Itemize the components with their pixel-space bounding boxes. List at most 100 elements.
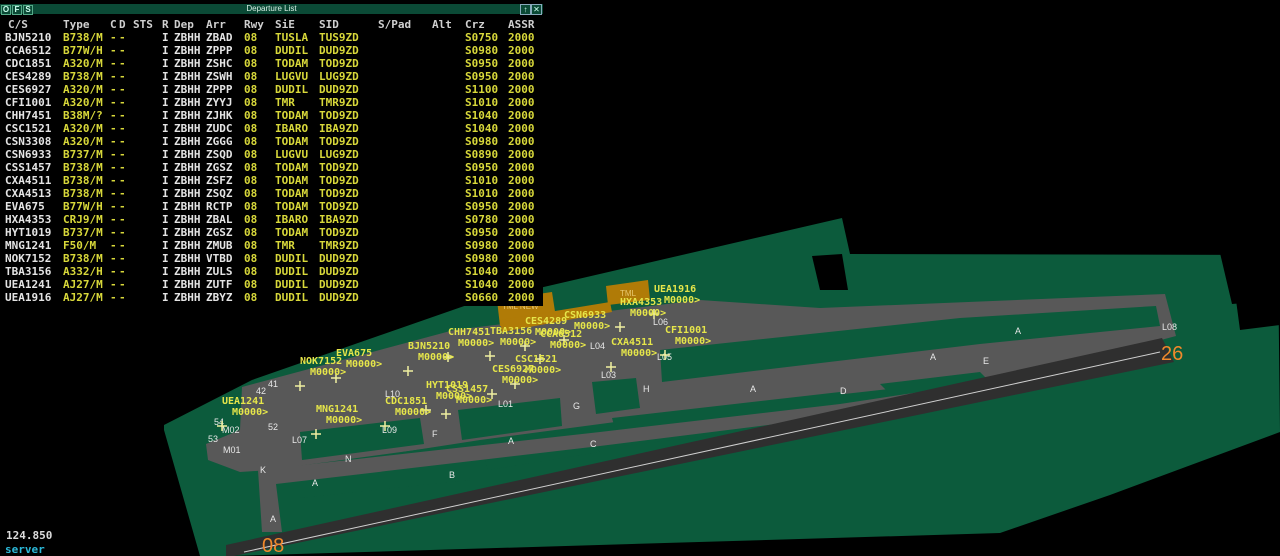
- cell-rwy: 08: [244, 70, 258, 83]
- column-header-sid[interactable]: SID: [319, 18, 339, 31]
- column-header-alt[interactable]: Alt: [432, 18, 452, 31]
- cell-sie: DUDIL: [275, 278, 309, 291]
- cell-rwy: 08: [244, 109, 258, 122]
- column-header-c[interactable]: C: [110, 18, 117, 31]
- cell-arr: ZSFZ: [206, 174, 233, 187]
- column-header-sie[interactable]: SiE: [275, 18, 295, 31]
- cell-dep: ZBHH: [174, 161, 201, 174]
- cell-r: I: [162, 57, 169, 70]
- cell-rwy: 08: [244, 135, 258, 148]
- departure-row[interactable]: CES6927 A320/M - - I ZBHH ZPPP 08 DUDIL DUD9ZD S11…: [0, 83, 543, 96]
- cell-crz: S0950: [465, 161, 499, 174]
- departure-row[interactable]: CHH7451 B38M/? - - I ZBHH ZJHK 08 TODAM TOD9ZD S10…: [0, 109, 543, 122]
- cell-d: -: [119, 213, 126, 226]
- cell-d: -: [119, 31, 126, 44]
- departure-row[interactable]: NOK7152 B738/M - - I ZBHH VTBD 08 DUDIL DUD9ZD S09…: [0, 252, 543, 265]
- departure-row[interactable]: CXA4511 B738/M - - I ZBHH ZSFZ 08 TODAM TOD9ZD S10…: [0, 174, 543, 187]
- column-header-dep[interactable]: Dep: [174, 18, 194, 31]
- departure-row[interactable]: CDC1851 A320/M - - I ZBHH ZSHC 08 TODAM TOD9ZD S09…: [0, 57, 543, 70]
- cell-dep: ZBHH: [174, 252, 201, 265]
- departure-row[interactable]: EVA675 B77W/H - - I ZBHH RCTP 08 TODAM TOD9ZD S095…: [0, 200, 543, 213]
- cell-sie: TODAM: [275, 161, 309, 174]
- departure-row[interactable]: CSN6933 B737/M - - I ZBHH ZSQD 08 LUGVU LUG9ZD S08…: [0, 148, 543, 161]
- cell-arr: ZSQZ: [206, 187, 233, 200]
- cell-sie: TODAM: [275, 174, 309, 187]
- departure-row[interactable]: CXA4513 B738/M - - I ZBHH ZSQZ 08 TODAM TOD9ZD S10…: [0, 187, 543, 200]
- cell-dep: ZBHH: [174, 213, 201, 226]
- cell-c: -: [110, 278, 117, 291]
- cell-rwy: 08: [244, 44, 258, 57]
- cell-sie: TODAM: [275, 109, 309, 122]
- departure-row[interactable]: UEA1916 AJ27/M - - I ZBHH ZBYZ 08 DUDIL DUD9ZD S06…: [0, 291, 543, 304]
- departure-row[interactable]: TBA3156 A332/H - - I ZBHH ZULS 08 DUDIL DUD9ZD S10…: [0, 265, 543, 278]
- cell-sie: TMR: [275, 239, 295, 252]
- column-header-spad[interactable]: S/Pad: [378, 18, 411, 31]
- departure-row[interactable]: CFI1001 A320/M - - I ZBHH ZYYJ 08 TMR TMR9ZD S1010…: [0, 96, 543, 109]
- cell-d: -: [119, 57, 126, 70]
- cell-type: B738/M: [63, 252, 103, 265]
- cell-c: -: [110, 31, 117, 44]
- cell-type: B737/M: [63, 226, 103, 239]
- cell-assr: 2000: [508, 57, 535, 70]
- cell-type: A320/M: [63, 96, 103, 109]
- departure-row[interactable]: CCA6512 B77W/H - - I ZBHH ZPPP 08 DUDIL DUD9ZD S09…: [0, 44, 543, 57]
- cell-rwy: 08: [244, 200, 258, 213]
- cell-cs: MNG1241: [5, 239, 52, 252]
- column-header-cs[interactable]: C/S: [8, 18, 28, 31]
- departure-row[interactable]: MNG1241 F50/M - - I ZBHH ZMUB 08 TMR TMR9ZD S0980 2…: [0, 239, 543, 252]
- cell-c: -: [110, 252, 117, 265]
- cell-c: -: [110, 239, 117, 252]
- column-header-rwy[interactable]: Rwy: [244, 18, 264, 31]
- cell-type: A320/M: [63, 135, 103, 148]
- column-header-d[interactable]: D: [119, 18, 126, 31]
- cell-assr: 2000: [508, 187, 535, 200]
- column-header-arr[interactable]: Arr: [206, 18, 226, 31]
- cell-assr: 2000: [508, 239, 535, 252]
- grass-cutout: [1236, 300, 1280, 330]
- cell-assr: 2000: [508, 174, 535, 187]
- column-header-type[interactable]: Type: [63, 18, 90, 31]
- aircraft-callsign: HXA4353: [620, 297, 662, 308]
- taxiway-label: 42: [256, 386, 266, 396]
- cell-d: -: [119, 239, 126, 252]
- cell-r: I: [162, 265, 169, 278]
- aircraft-altitude: M0000>: [621, 348, 657, 359]
- cell-cs: CSN3308: [5, 135, 52, 148]
- departure-row[interactable]: CES4289 B738/M - - I ZBHH ZSWH 08 LUGVU LUG9ZD S09…: [0, 70, 543, 83]
- window-minimize-icon[interactable]: ↑: [520, 4, 531, 15]
- cell-sid: DUD9ZD: [319, 291, 359, 304]
- column-header-sts[interactable]: STS: [133, 18, 153, 31]
- cell-crz: S0950: [465, 200, 499, 213]
- departure-row[interactable]: CSN3308 A320/M - - I ZBHH ZGGG 08 TODAM TOD9ZD S09…: [0, 135, 543, 148]
- cell-c: -: [110, 174, 117, 187]
- column-header-crz[interactable]: Crz: [465, 18, 485, 31]
- departure-row[interactable]: HXA4353 CRJ9/M - - I ZBHH ZBAL 08 IBARO IBA9ZD S07…: [0, 213, 543, 226]
- cell-rwy: 08: [244, 265, 258, 278]
- cell-r: I: [162, 291, 169, 304]
- aircraft-altitude: M0000>: [232, 407, 268, 418]
- window-close-icon[interactable]: ✕: [531, 4, 542, 15]
- cell-sie: DUDIL: [275, 44, 309, 57]
- departure-row[interactable]: HYT1019 B737/M - - I ZBHH ZGSZ 08 TODAM TOD9ZD S09…: [0, 226, 543, 239]
- departure-list-window[interactable]: O F S Departure List ↑ ✕ C/S Type C D STS R De…: [0, 4, 543, 306]
- cell-type: A320/M: [63, 57, 103, 70]
- column-header-assr[interactable]: ASSR: [508, 18, 535, 31]
- cell-dep: ZBHH: [174, 278, 201, 291]
- departure-row[interactable]: UEA1241 AJ27/M - - I ZBHH ZUTF 08 DUDIL DUD9ZD S10…: [0, 278, 543, 291]
- aircraft-callsign: CSN6933: [564, 310, 606, 321]
- departure-row[interactable]: CSS1457 B738/M - - I ZBHH ZGSZ 08 TODAM TOD9ZD S09…: [0, 161, 543, 174]
- departure-row[interactable]: BJN5210 B738/M - - I ZBHH ZBAD 08 TUSLA TUS9ZD S07…: [0, 31, 543, 44]
- aircraft-altitude: M0000>: [310, 367, 346, 378]
- column-header-r[interactable]: R: [162, 18, 169, 31]
- cell-sid: TOD9ZD: [319, 200, 359, 213]
- cell-rwy: 08: [244, 174, 258, 187]
- cell-c: -: [110, 83, 117, 96]
- cell-assr: 2000: [508, 148, 535, 161]
- cell-type: B737/M: [63, 148, 103, 161]
- cell-sie: TODAM: [275, 187, 309, 200]
- cell-type: A320/M: [63, 83, 103, 96]
- cell-d: -: [119, 252, 126, 265]
- departure-row[interactable]: CSC1521 A320/M - - I ZBHH ZUDC 08 IBARO IBA9ZD S10…: [0, 122, 543, 135]
- cell-cs: CES6927: [5, 83, 52, 96]
- cell-sid: IBA9ZD: [319, 122, 359, 135]
